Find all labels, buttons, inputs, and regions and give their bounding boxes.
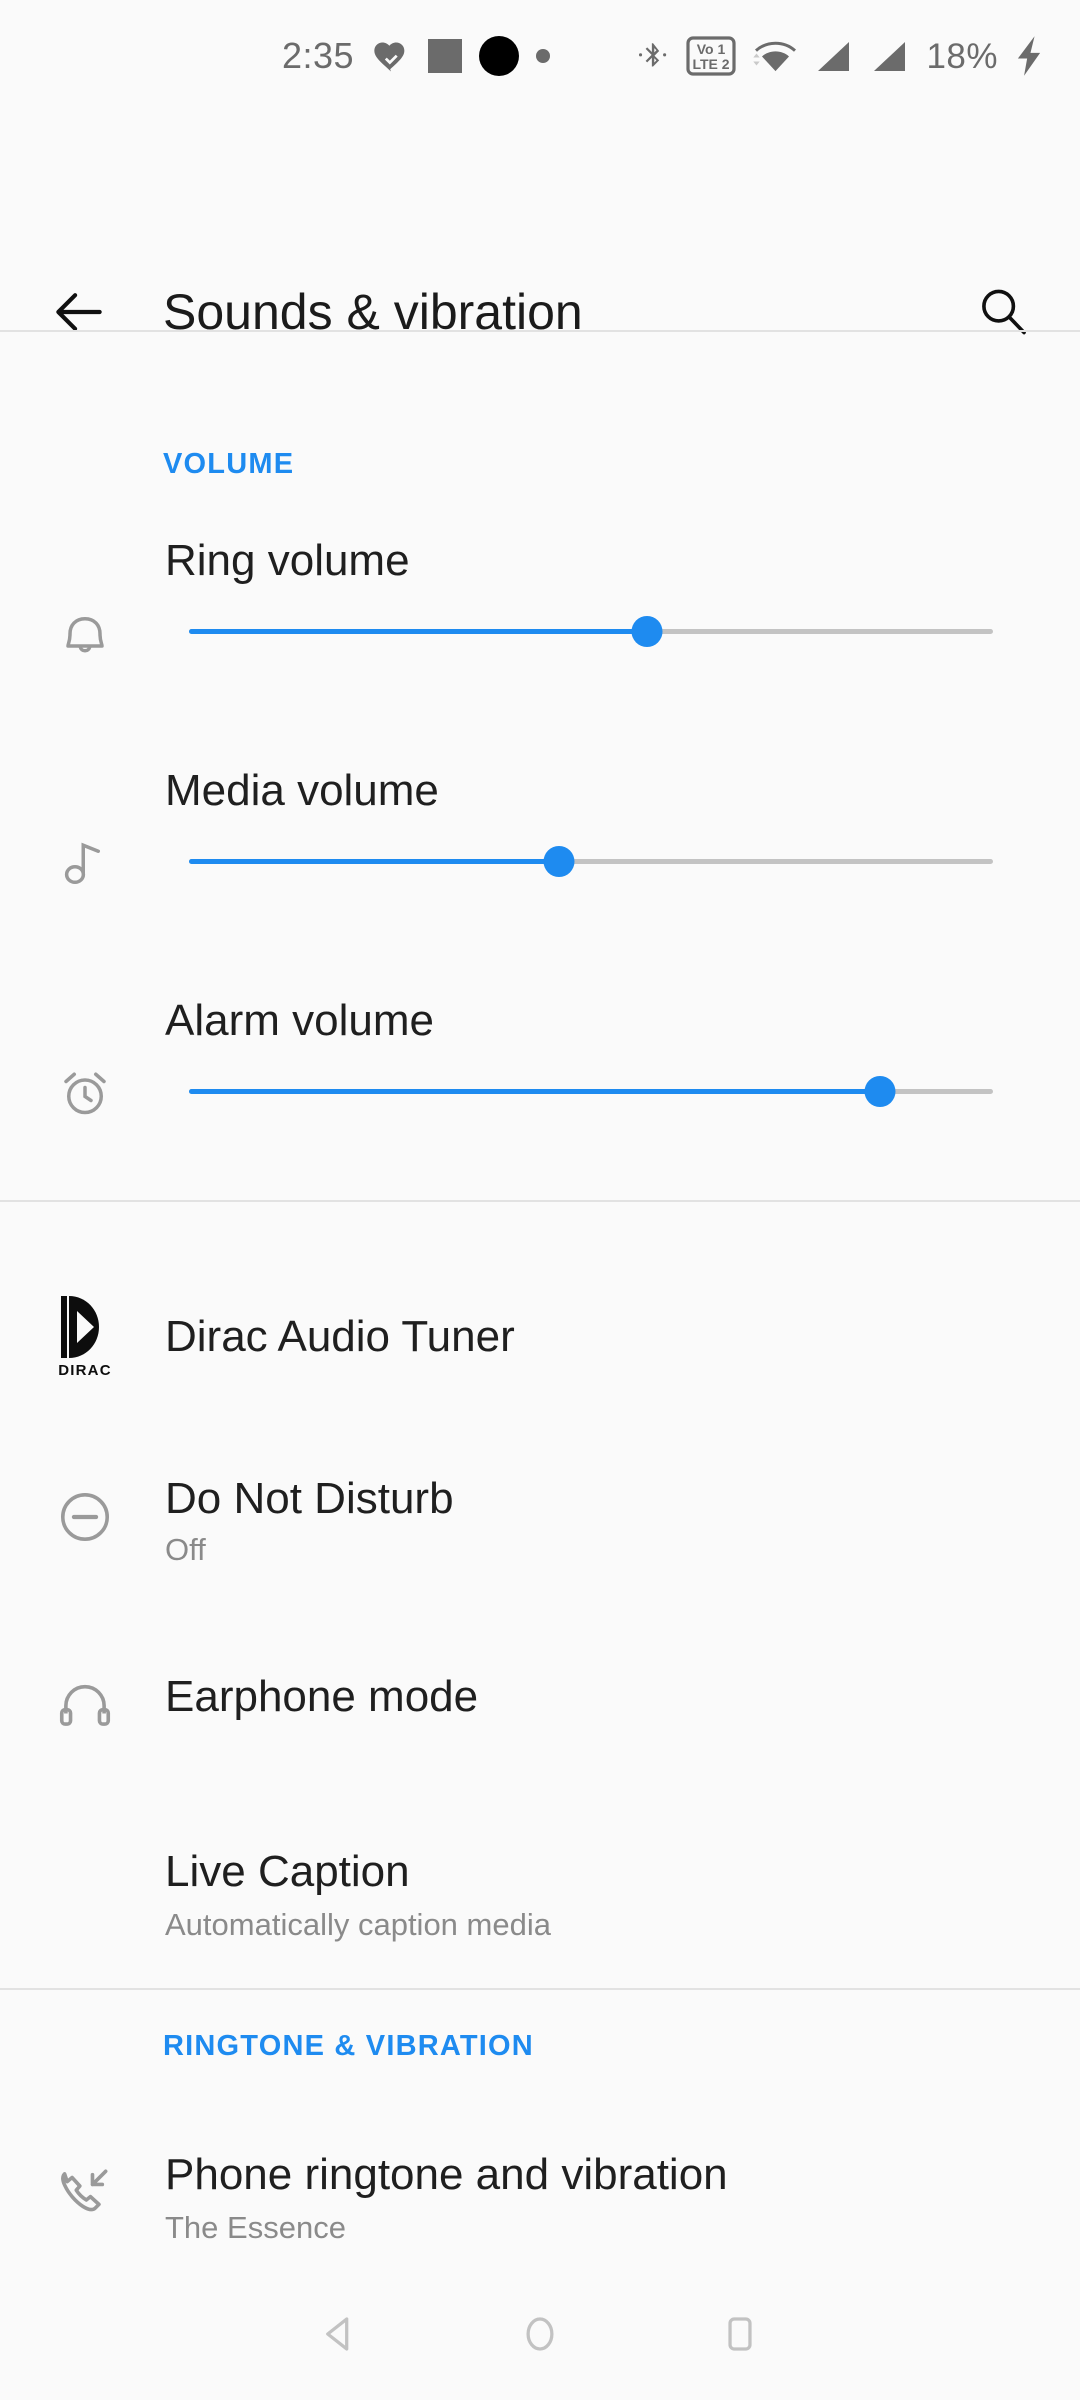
svg-text:Vo 1: Vo 1 bbox=[697, 41, 726, 57]
slider-thumb[interactable] bbox=[864, 1076, 896, 1107]
do-not-disturb-icon bbox=[40, 1472, 130, 1562]
battery-percent-label: 18% bbox=[926, 36, 998, 76]
search-icon bbox=[974, 283, 1032, 341]
incoming-call-icon bbox=[40, 2148, 130, 2238]
svg-text:LTE 2: LTE 2 bbox=[693, 56, 730, 72]
volume-row-alarm[interactable]: Alarm volume bbox=[0, 996, 1080, 1186]
slider-fill bbox=[189, 1089, 881, 1094]
nav-back-button[interactable] bbox=[240, 2268, 440, 2400]
bluetooth-icon bbox=[636, 36, 670, 76]
status-bar-left: 2:35 bbox=[282, 0, 551, 112]
volume-label-ring: Ring volume bbox=[165, 536, 410, 585]
volume-label-alarm: Alarm volume bbox=[165, 996, 434, 1045]
signal-sim1-icon bbox=[814, 36, 854, 76]
alarm-volume-slider[interactable] bbox=[189, 1069, 993, 1113]
charging-bolt-icon bbox=[1014, 35, 1044, 77]
volte-icon: Vo 1 LTE 2 bbox=[686, 35, 737, 77]
list-item-subtitle: Off bbox=[165, 1532, 206, 1567]
appbar-divider bbox=[0, 330, 1080, 332]
search-button[interactable] bbox=[966, 275, 1040, 349]
section-divider-1 bbox=[0, 1200, 1080, 1202]
section-divider-2 bbox=[0, 1988, 1080, 1990]
home-circle-icon bbox=[517, 2311, 563, 2357]
list-item-title: Earphone mode bbox=[165, 1672, 479, 1721]
list-item-dirac-audio-tuner[interactable]: DIRAC Dirac Audio Tuner bbox=[0, 1280, 1080, 1440]
slider-thumb[interactable] bbox=[543, 846, 575, 877]
list-item-title: Do Not Disturb bbox=[165, 1474, 454, 1523]
slider-fill bbox=[189, 629, 648, 634]
nav-recents-button[interactable] bbox=[640, 2268, 840, 2400]
signal-sim2-icon bbox=[870, 36, 910, 76]
headphones-icon bbox=[40, 1660, 130, 1750]
slider-thumb[interactable] bbox=[631, 616, 663, 647]
wifi-icon bbox=[752, 36, 798, 76]
slider-fill bbox=[189, 859, 559, 864]
back-triangle-icon bbox=[317, 2311, 363, 2357]
app-badge-square-icon bbox=[428, 39, 463, 73]
list-item-title: Dirac Audio Tuner bbox=[165, 1312, 515, 1361]
small-dot-icon bbox=[536, 49, 551, 63]
volume-row-ring[interactable]: Ring volume bbox=[0, 536, 1080, 726]
page-title: Sounds & vibration bbox=[163, 284, 583, 340]
list-item-title: Live Caption bbox=[165, 1847, 410, 1896]
list-item-title: Phone ringtone and vibration bbox=[165, 2150, 728, 2199]
list-item-live-caption[interactable]: Live Caption Automatically caption media bbox=[0, 1815, 1080, 1995]
list-item-subtitle: The Essence bbox=[165, 2210, 346, 2245]
heart-check-icon bbox=[371, 36, 411, 76]
dirac-logo-icon: DIRAC bbox=[40, 1290, 130, 1380]
media-volume-slider[interactable] bbox=[189, 839, 993, 883]
status-bar-clock: 2:35 bbox=[282, 35, 355, 76]
ring-volume-slider[interactable] bbox=[189, 609, 993, 653]
dirac-wordmark: DIRAC bbox=[58, 1362, 112, 1379]
back-button[interactable] bbox=[44, 277, 114, 347]
section-header-ringtone: RINGTONE & VIBRATION bbox=[163, 2030, 534, 2062]
list-item-subtitle: Automatically caption media bbox=[165, 1907, 551, 1942]
recents-square-icon bbox=[717, 2311, 763, 2357]
volume-label-media: Media volume bbox=[165, 766, 439, 815]
status-bar: 2:35 Vo 1 LTE 2 18% bbox=[0, 0, 1080, 112]
bell-icon bbox=[40, 588, 130, 678]
arrow-left-icon bbox=[48, 281, 110, 343]
app-bar: Sounds & vibration bbox=[0, 112, 1080, 340]
list-item-do-not-disturb[interactable]: Do Not Disturb Off bbox=[0, 1440, 1080, 1620]
section-header-volume: VOLUME bbox=[163, 448, 295, 480]
status-bar-right: Vo 1 LTE 2 18% bbox=[636, 0, 1044, 112]
navigation-bar bbox=[0, 2268, 1080, 2400]
alarm-clock-icon bbox=[40, 1048, 130, 1138]
settings-screen: 2:35 Vo 1 LTE 2 18% Sounds & vibration V… bbox=[0, 0, 1080, 2400]
nav-home-button[interactable] bbox=[440, 2268, 640, 2400]
music-note-icon bbox=[40, 818, 130, 908]
list-item-earphone-mode[interactable]: Earphone mode bbox=[0, 1640, 1080, 1800]
volume-row-media[interactable]: Media volume bbox=[0, 766, 1080, 956]
black-circle-icon bbox=[479, 36, 520, 76]
